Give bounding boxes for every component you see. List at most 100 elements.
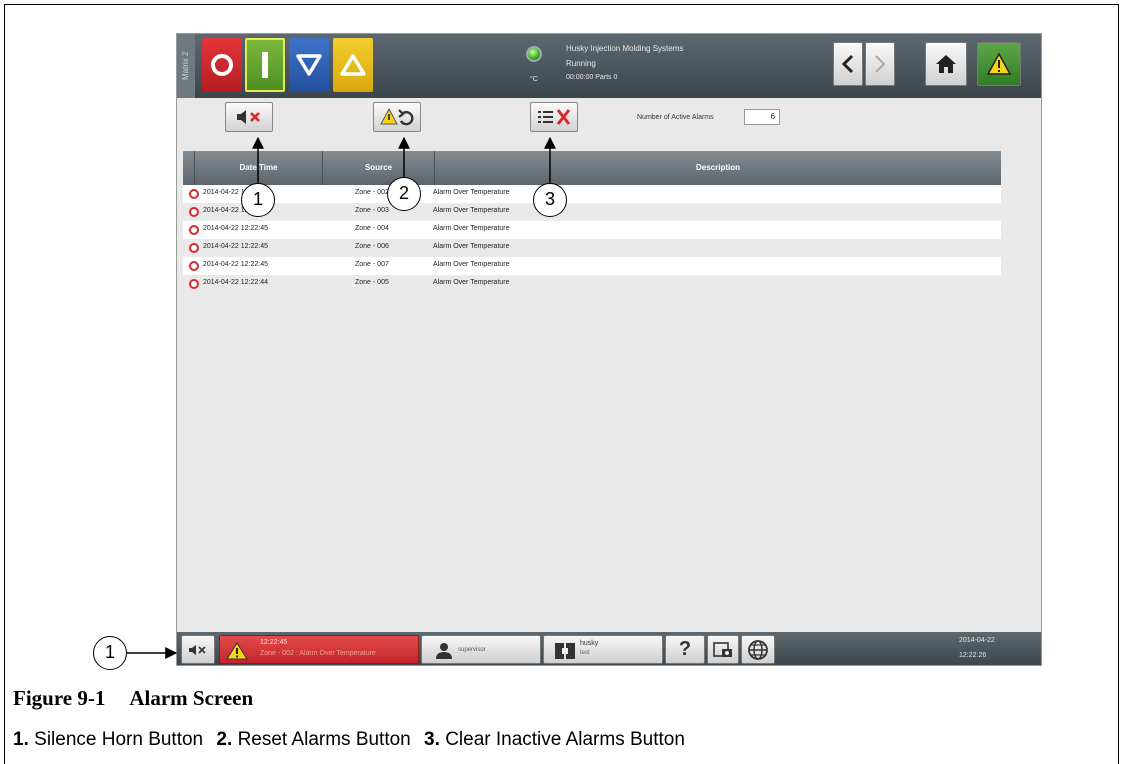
cell-description: Alarm Over Temperature <box>433 243 510 250</box>
system-date: 2014-04-22 <box>959 637 995 644</box>
help-button[interactable]: ? <box>665 635 705 664</box>
alarm-banner-text: Zone - 002 : Alarm Over Temperature <box>260 650 376 657</box>
callout-3: 3 <box>533 183 567 217</box>
screenshot-button[interactable] <box>707 635 739 664</box>
table-row[interactable]: 2014-04-22 12:22:45 Zone - 003 Alarm Ove… <box>183 203 1001 221</box>
figure-title: Figure 9-1 Alarm Screen <box>13 686 253 711</box>
matrix-tag[interactable]: Matrix 2 <box>177 34 195 98</box>
cell-source: Zone - 006 <box>355 243 389 250</box>
user-button[interactable]: supervisor <box>421 635 541 664</box>
user-icon <box>436 643 452 659</box>
reset-alarms-button[interactable] <box>373 102 421 132</box>
cell-source: Zone - 003 <box>355 207 389 214</box>
cell-date: 2014-04-22 12:22:44 <box>203 279 268 286</box>
forward-button[interactable] <box>865 42 895 86</box>
home-icon <box>936 55 956 73</box>
mold-subtitle: test <box>580 650 590 656</box>
system-time: 12:22:26 <box>959 652 987 659</box>
alarm-status-icon <box>189 279 199 289</box>
cell-date: 2014-04-22 12:22:45 <box>203 261 268 268</box>
legend-item: 1. Silence Horn Button <box>13 729 203 750</box>
table-row[interactable]: 2014-04-22 12:22:45 Zone - 004 Alarm Ove… <box>183 221 1001 239</box>
alarm-table-header: Date/Time Source Description <box>183 151 1001 185</box>
screenshot-icon <box>713 641 732 657</box>
mode-manual-button[interactable] <box>289 38 329 92</box>
cell-source: Zone - 007 <box>355 261 389 268</box>
cell-date: 2014-04-22 12:22:45 <box>203 225 268 232</box>
bottom-silence-horn-button[interactable] <box>181 635 215 664</box>
legend-item: 3. Clear Inactive Alarms Button <box>424 729 685 750</box>
alarm-banner-time: 12:22:45 <box>260 639 288 646</box>
cell-date: 2014-04-22 12:22:45 <box>203 243 268 250</box>
language-button[interactable] <box>741 635 775 664</box>
mold-icon <box>555 643 575 659</box>
figure-number: Figure 9-1 <box>13 686 106 710</box>
legend-number: 3. <box>424 729 440 750</box>
user-name: supervisor <box>458 647 486 653</box>
list-clear-icon <box>538 109 571 125</box>
cell-source: Zone - 002 <box>355 189 389 196</box>
header-bar: Matrix 2 °C Husky Injection Molding Syst… <box>177 34 1041 98</box>
active-alarms-count: 6 <box>744 109 780 125</box>
table-row[interactable]: 2014-04-22 12:22:45 Zone - 002 Alarm Ove… <box>183 185 1001 203</box>
warning-icon <box>226 642 248 660</box>
speaker-mute-icon <box>237 110 260 124</box>
figure-name: Alarm Screen <box>129 686 254 710</box>
active-alarm-banner[interactable]: 12:22:45 Zone - 002 : Alarm Over Tempera… <box>219 635 419 664</box>
mold-button[interactable]: husky test <box>543 635 663 664</box>
mode-alarm-button[interactable] <box>333 38 373 92</box>
globe-icon <box>748 639 768 660</box>
legend-number: 2. <box>216 729 233 750</box>
alarm-status-icon <box>189 207 199 217</box>
table-row[interactable]: 2014-04-22 12:22:44 Zone - 005 Alarm Ove… <box>183 275 1001 293</box>
warning-reset-icon <box>380 107 414 126</box>
cell-description: Alarm Over Temperature <box>433 189 510 196</box>
cell-description: Alarm Over Temperature <box>433 225 510 232</box>
active-alarms-label: Number of Active Alarms <box>637 114 714 121</box>
alarm-status-icon <box>189 261 199 271</box>
cell-source: Zone - 005 <box>355 279 389 286</box>
machine-state: Running <box>566 59 596 68</box>
table-row[interactable]: 2014-04-22 12:22:45 Zone - 006 Alarm Ove… <box>183 239 1001 257</box>
column-header-description[interactable]: Description <box>435 151 1001 185</box>
silence-horn-button[interactable] <box>225 102 273 132</box>
triangle-up-icon <box>333 38 373 92</box>
temperature-unit: °C <box>530 76 538 83</box>
chevron-left-icon <box>841 54 854 74</box>
cell-description: Alarm Over Temperature <box>433 261 510 268</box>
legend-number: 1. <box>13 729 29 750</box>
table-row[interactable]: 2014-04-22 12:22:45 Zone - 007 Alarm Ove… <box>183 257 1001 275</box>
power-off-icon <box>202 38 242 92</box>
clear-inactive-alarms-button[interactable] <box>530 102 578 132</box>
machine-status[interactable]: °C Husky Injection Molding Systems Runni… <box>514 40 724 92</box>
cell-description: Alarm Over Temperature <box>433 279 510 286</box>
column-header-source[interactable]: Source <box>323 151 435 185</box>
mode-on-button[interactable] <box>245 38 285 92</box>
mold-name: husky <box>580 640 599 647</box>
status-light-icon <box>526 46 542 62</box>
column-header-date[interactable]: Date/Time <box>195 151 323 185</box>
speaker-mute-icon <box>189 644 206 655</box>
alarm-screen: Matrix 2 °C Husky Injection Molding Syst… <box>176 33 1042 666</box>
legend-text: Silence Horn Button <box>34 729 204 750</box>
callout-2: 2 <box>387 177 421 211</box>
back-button[interactable] <box>833 42 863 86</box>
callout-1: 1 <box>241 183 275 217</box>
alarm-table-body: 2014-04-22 12:22:45 Zone - 002 Alarm Ove… <box>183 185 1001 293</box>
legend-item: 2. Reset Alarms Button <box>216 729 410 750</box>
column-header-icon <box>183 151 195 185</box>
warning-icon <box>986 52 1012 75</box>
legend-text: Reset Alarms Button <box>237 729 411 750</box>
alarm-status-icon <box>189 243 199 253</box>
alarm-screen-button[interactable] <box>977 42 1021 86</box>
machine-name: Husky Injection Molding Systems <box>566 44 684 53</box>
chevron-right-icon <box>875 55 886 73</box>
cycle-info: 00:00:00 Parts 0 <box>566 74 618 81</box>
triangle-down-icon <box>289 38 329 92</box>
callout-1-bottom: 1 <box>93 636 127 670</box>
power-on-icon <box>247 40 283 90</box>
mode-off-button[interactable] <box>202 38 242 92</box>
home-button[interactable] <box>925 42 967 86</box>
bottom-bar: 12:22:45 Zone - 002 : Alarm Over Tempera… <box>177 632 1041 665</box>
cell-source: Zone - 004 <box>355 225 389 232</box>
